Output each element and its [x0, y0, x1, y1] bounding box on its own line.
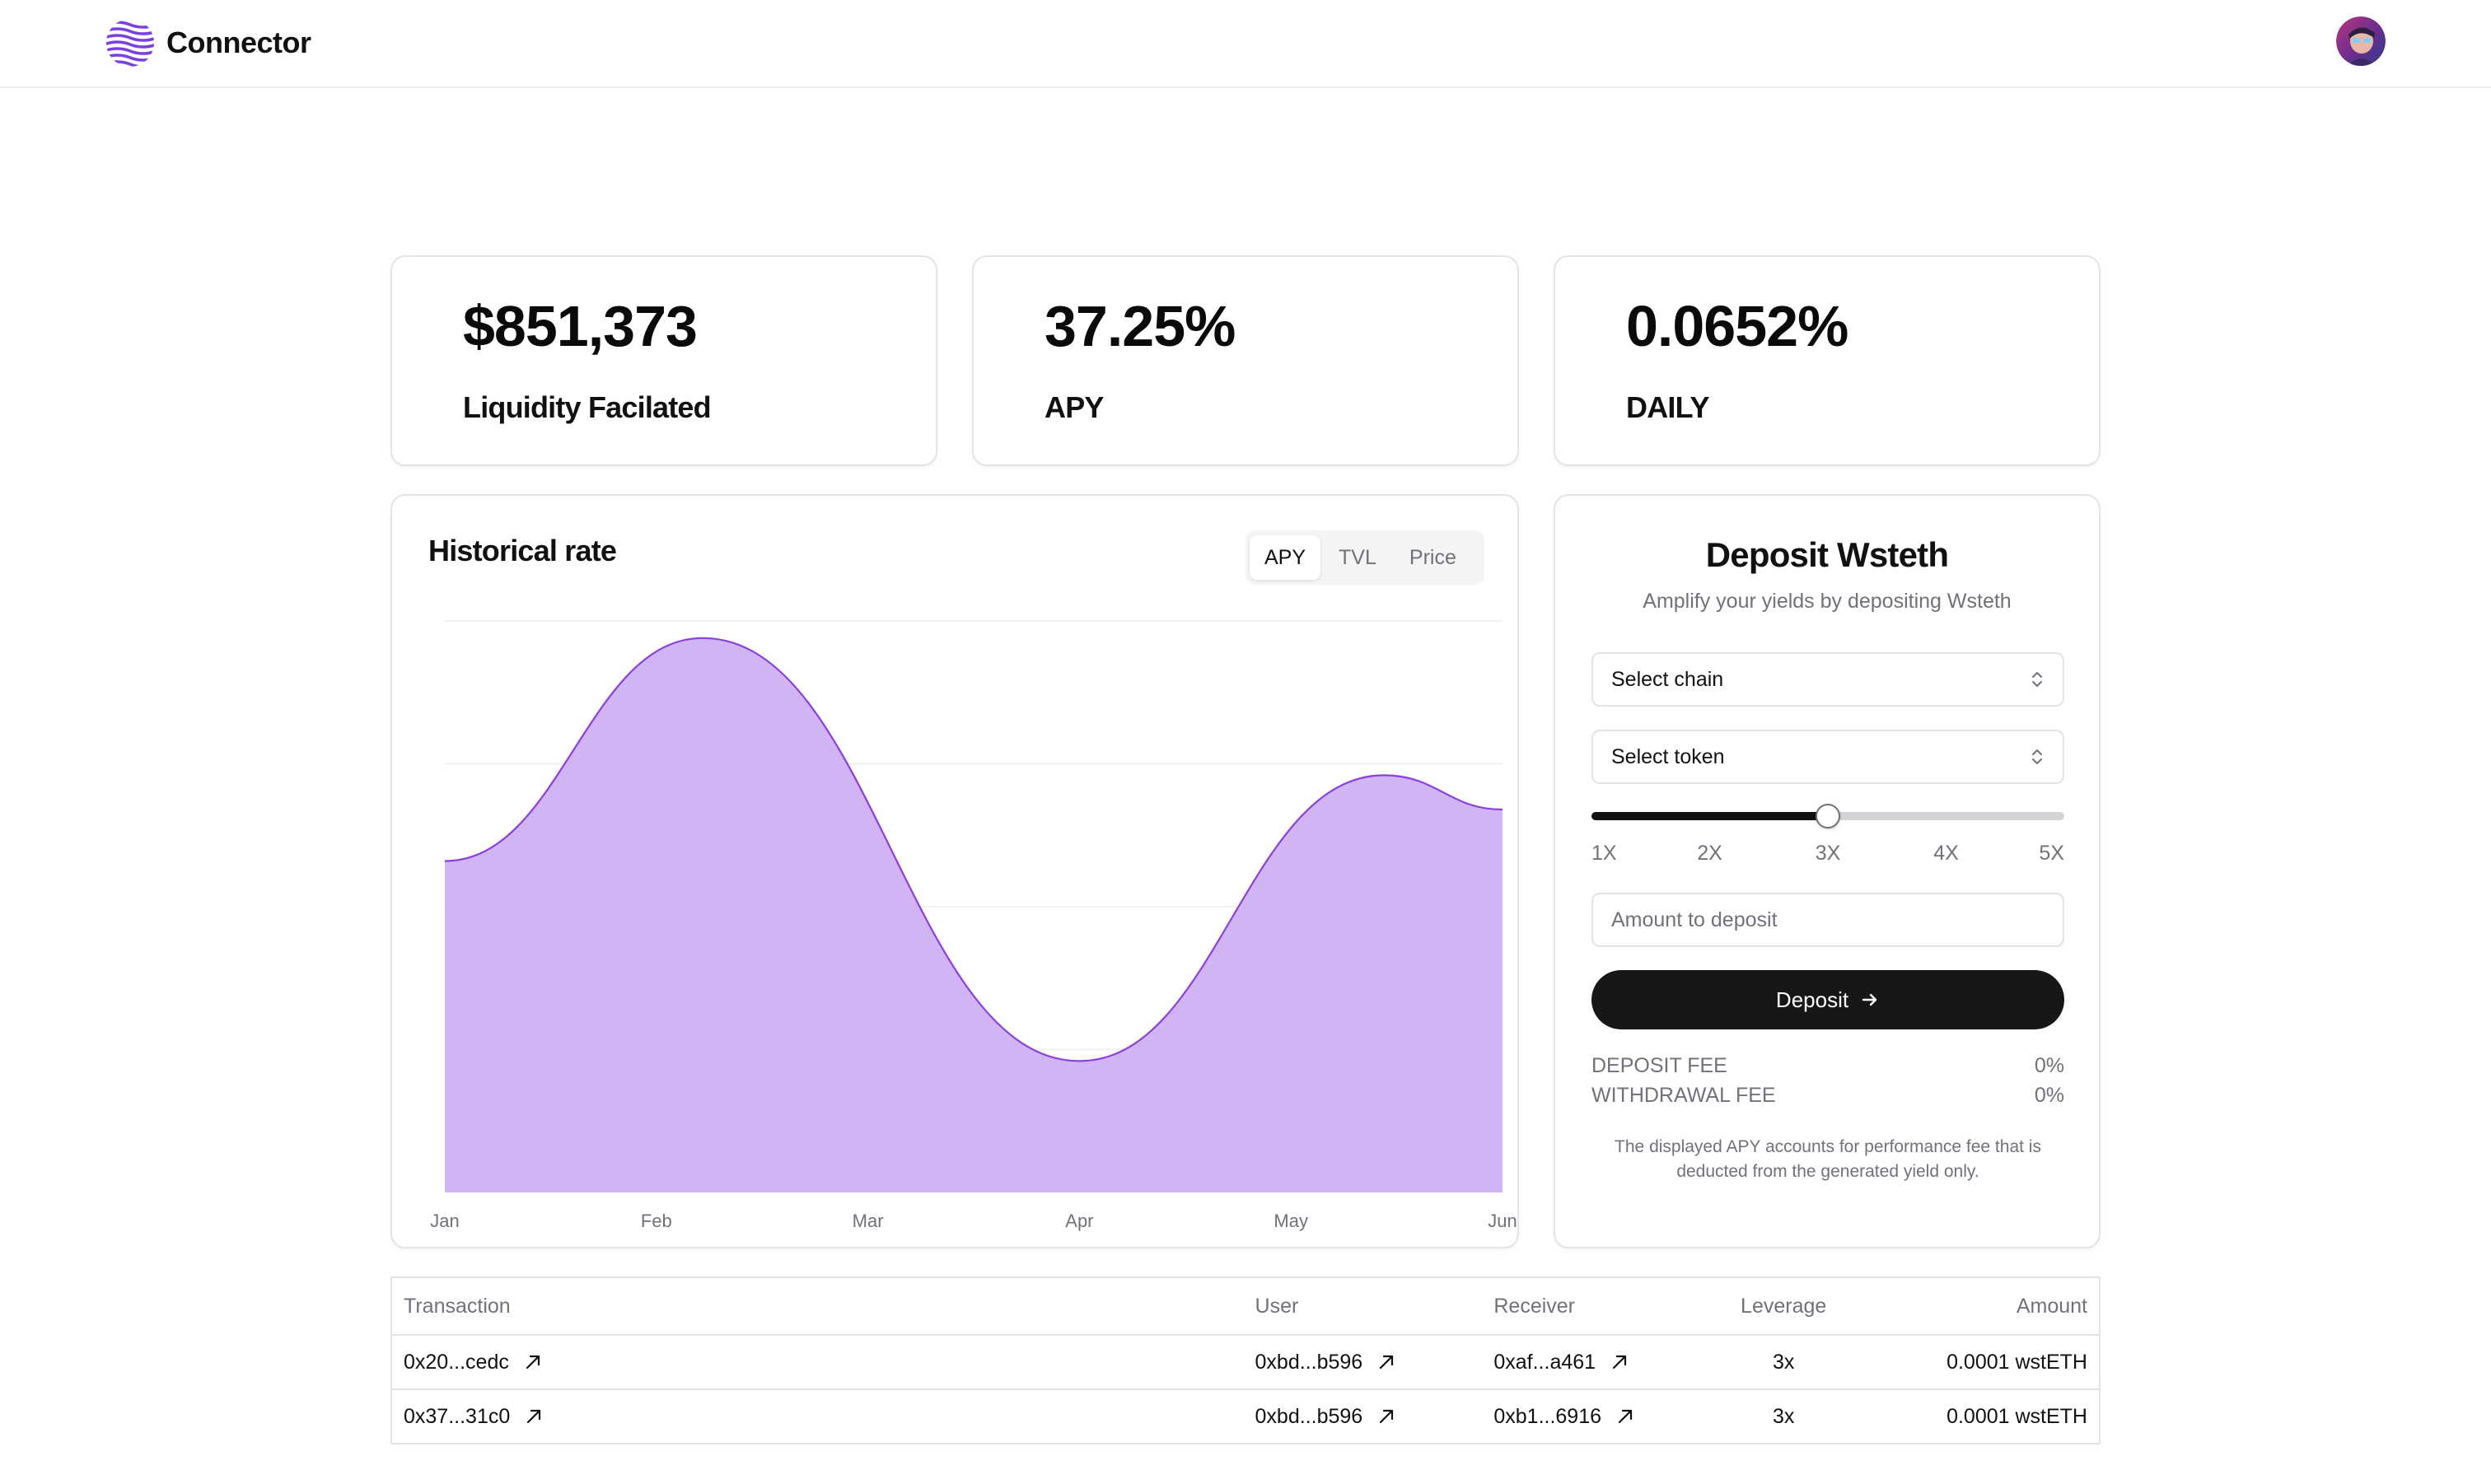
arrow-right-icon [1862, 993, 1877, 1006]
tab-price[interactable]: Price [1395, 535, 1471, 580]
user-address: 0xbd...b596 [1255, 1404, 1363, 1428]
arrow-up-right-icon [526, 1355, 540, 1370]
column-header-user: User [1243, 1277, 1483, 1336]
tx-cell: 0x20...cedc [391, 1335, 1244, 1390]
leverage-tick-1x: 1X [1591, 842, 1617, 865]
user-cell: 0xbd...b596 [1244, 1389, 1483, 1444]
leverage-tick-2x: 2X [1697, 842, 1722, 865]
stat-label: DAILY [1626, 390, 1710, 424]
user-address: 0xbd...b596 [1255, 1350, 1363, 1374]
historical-rate-chart: Jan Feb Mar Apr May Jun [430, 620, 1517, 1231]
withdrawal-fee-value: 0% [2034, 1084, 2064, 1107]
receiver-link[interactable]: 0xaf...a461 [1493, 1351, 1629, 1374]
receiver-address: 0xaf...a461 [1493, 1350, 1596, 1374]
arrow-up-right-icon [1618, 1409, 1633, 1424]
token-select[interactable]: Select token [1591, 730, 2064, 784]
stat-card-daily: 0.0652% DAILY [1554, 255, 2101, 466]
column-header-receiver: Receiver [1482, 1277, 1710, 1336]
x-tick-label: Jun [1488, 1211, 1517, 1231]
tab-tvl[interactable]: TVL [1324, 535, 1391, 580]
leverage-tick-3x: 3X [1815, 842, 1841, 865]
deposit-card: Deposit Wsteth Amplify your yields by de… [1554, 494, 2101, 1248]
chevron-up-down-icon [2032, 749, 2042, 764]
arrow-up-right-icon [527, 1409, 541, 1424]
chain-select[interactable]: Select chain [1591, 652, 2064, 707]
stat-value: $851,373 [463, 294, 698, 358]
arrow-up-right-icon [1380, 1409, 1394, 1424]
stat-card-apy: 37.25% APY [972, 255, 1519, 466]
tab-apy[interactable]: APY [1250, 535, 1321, 580]
x-tick-label: Mar [853, 1211, 884, 1231]
tx-link[interactable]: 0x37...31c0 [404, 1405, 543, 1429]
leverage-ticks: 1X 2X 3X 4X 5X [1591, 842, 2064, 870]
column-header-leverage: Leverage [1709, 1277, 1858, 1336]
deposit-button[interactable]: Deposit [1591, 970, 2064, 1029]
tx-hash: 0x20...cedc [404, 1350, 509, 1374]
top-bar: Connector [0, 0, 2491, 88]
fee-disclaimer: The displayed APY accounts for performan… [1615, 1137, 2041, 1181]
leverage-cell: 3x [1709, 1335, 1858, 1390]
withdrawal-fee-label: WITHDRAWAL FEE [1591, 1084, 1776, 1107]
deposit-fee-value: 0% [2034, 1054, 2064, 1077]
amount-cell: 0.0001 wstETH [1947, 1404, 2087, 1428]
receiver-cell: 0xb1...6916 [1482, 1389, 1709, 1444]
deposit-fee-row: DEPOSIT FEE 0% [1591, 1054, 2064, 1078]
avatar-image-icon [2336, 16, 2386, 66]
x-tick-label: May [1274, 1211, 1308, 1231]
avatar[interactable] [2336, 16, 2386, 66]
chain-select-label: Select chain [1611, 667, 1724, 691]
column-header-transaction: Transaction [391, 1277, 1244, 1336]
metric-tabs: APY TVL Price [1246, 530, 1484, 585]
leverage-tick-4x: 4X [1933, 842, 1959, 865]
leverage-slider[interactable] [1591, 802, 2064, 830]
receiver-link[interactable]: 0xb1...6916 [1493, 1405, 1634, 1429]
tx-hash: 0x37...31c0 [404, 1404, 511, 1428]
stat-card-liquidity: $851,373 Liquidity Facilated [390, 255, 937, 466]
withdrawal-fee-row: WITHDRAWAL FEE 0% [1591, 1084, 2064, 1108]
user-link[interactable]: 0xbd...b596 [1255, 1405, 1396, 1429]
leverage-cell: 3x [1772, 1404, 1795, 1428]
x-tick-label: Jan [430, 1211, 459, 1231]
x-tick-label: Feb [641, 1211, 672, 1231]
brand-name: Connector [166, 26, 311, 59]
slider-thumb[interactable] [1816, 804, 1840, 828]
receiver-address: 0xb1...6916 [1493, 1404, 1602, 1428]
historical-rate-card: Jan Feb Mar Apr May Jun Historical rate APY T… [390, 494, 1519, 1248]
arrow-up-right-icon [1612, 1355, 1627, 1370]
x-tick-label: Apr [1065, 1211, 1093, 1231]
deposit-title: Deposit Wsteth [1705, 535, 1949, 574]
brand[interactable]: Connector [105, 16, 311, 69]
deposit-button-label: Deposit [1775, 987, 1849, 1012]
apy-area [445, 637, 1503, 1192]
token-select-label: Select token [1611, 744, 1725, 768]
leverage-tick-5x: 5X [2039, 842, 2064, 865]
transactions-table: Transaction User Receiver Leverage Amoun… [390, 1276, 2101, 1444]
tx-cell: 0x37...31c0 [391, 1389, 1244, 1444]
stat-label: Liquidity Facilated [463, 390, 712, 424]
slider-fill [1591, 812, 1828, 820]
table-row: 0x37...31c0 0xbd...b596 0xb1...6916 3x 0… [391, 1389, 2100, 1444]
table-header-row: Transaction User Receiver Leverage Amoun… [391, 1277, 2100, 1336]
user-link[interactable]: 0xbd...b596 [1255, 1351, 1396, 1374]
stat-value: 0.0652% [1626, 294, 1848, 358]
chevron-up-down-icon [2032, 672, 2042, 687]
chart-title: Historical rate [428, 534, 617, 567]
amount-input[interactable] [1591, 893, 2064, 947]
receiver-cell: 0xaf...a461 [1482, 1335, 1710, 1390]
arrow-up-right-icon [1380, 1355, 1394, 1370]
deposit-fee-label: DEPOSIT FEE [1591, 1054, 1727, 1077]
column-header-amount: Amount [1858, 1277, 2100, 1336]
amount-cell: 0.0001 wstETH [1858, 1335, 2100, 1390]
stat-value: 37.25% [1045, 294, 1236, 358]
deposit-subtitle: Amplify your yields by depositing Wsteth [1643, 590, 2012, 613]
tx-link[interactable]: 0x20...cedc [404, 1351, 542, 1374]
stat-label: APY [1045, 390, 1104, 424]
connector-logo-icon [106, 21, 154, 67]
table-row: 0x20...cedc 0xbd...b596 0xaf...a461 3x 0… [391, 1335, 2100, 1390]
user-cell: 0xbd...b596 [1243, 1335, 1483, 1390]
